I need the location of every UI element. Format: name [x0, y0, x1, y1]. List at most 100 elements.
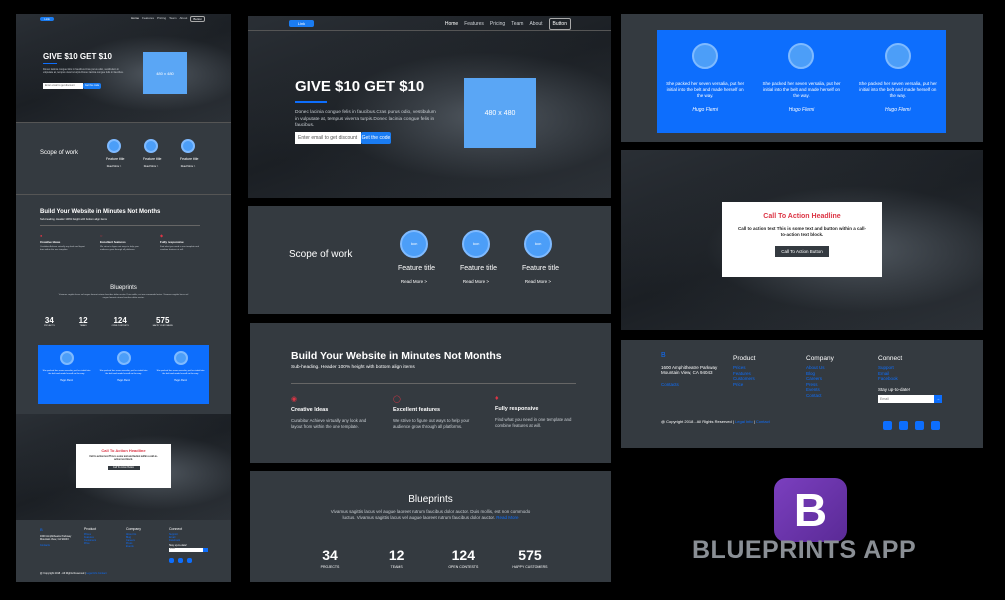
twitter-icon[interactable]: [169, 558, 174, 563]
footer-company-link[interactable]: Contact: [806, 393, 856, 399]
thumb-author: Hugo Flemi: [117, 379, 130, 382]
nav-about[interactable]: About: [529, 21, 542, 27]
thumb-footer-stay: Stay up-to-date!: [169, 544, 187, 547]
thumb-feature-icon-red: ○: [100, 233, 103, 238]
thumb-footer-connect-link[interactable]: Facebook: [169, 539, 213, 542]
thumb-stat-value: 12: [78, 316, 88, 325]
facebook-icon[interactable]: [899, 421, 908, 430]
thumb-footer-contact[interactable]: Contact: [98, 572, 107, 575]
footer-panel: B 1600 Amphitheatre Parkway Mountain Vie…: [621, 340, 983, 448]
thumb-footer-logo[interactable]: B: [40, 527, 82, 532]
build-panel: Build Your Website in Minutes Not Months…: [250, 323, 611, 463]
thumb-footer-email[interactable]: Email: [169, 548, 203, 552]
thumb-avatar: [173, 351, 188, 365]
feature-title: Feature title: [460, 265, 497, 272]
build-item-title: Fully responsive: [495, 406, 539, 412]
footer-connect-link[interactable]: Facebook: [878, 376, 958, 382]
thumb-build: Build Your Website in Minutes Not Months…: [16, 195, 231, 285]
avatar: [788, 43, 815, 69]
app-logo-icon: B: [774, 478, 847, 542]
hero-email-input[interactable]: Enter email to get discount: [295, 132, 361, 144]
feature-icon: Icon: [462, 230, 490, 258]
thumb-footer-product-link[interactable]: Price: [84, 542, 114, 545]
thumb-feature-icon: [181, 139, 195, 153]
thumb-blueprints-title: Blueprints: [110, 285, 137, 291]
scope-panel: Scope of work Icon Feature title Read Mo…: [248, 206, 611, 314]
footer-contact-link[interactable]: Contact: [756, 419, 770, 424]
testimonials-panel: She packed her seven versalia, put her i…: [621, 14, 983, 142]
twitter-icon[interactable]: [883, 421, 892, 430]
thumb-cta-text: Call to action text This is some text an…: [89, 456, 158, 461]
stat-value: 34: [322, 547, 338, 563]
footer-submit-button[interactable]: →: [934, 394, 942, 403]
footer-copyright: @ Copyright 2018 - All Rights Reserved |: [661, 419, 734, 424]
feature-title: Feature title: [398, 265, 435, 272]
hero-title: GIVE $10 GET $10: [295, 78, 425, 95]
thumb-footer-contacts[interactable]: Contacts: [40, 544, 82, 547]
build-title: Build Your Website in Minutes Not Months: [291, 350, 502, 362]
facebook-icon[interactable]: [178, 558, 183, 563]
feature-icon: Icon: [524, 230, 552, 258]
thumb-nav-home[interactable]: Home: [131, 16, 139, 22]
thumb-hero-button[interactable]: Get the code: [83, 83, 101, 89]
thumb-feature-link[interactable]: Read More >: [143, 165, 159, 168]
feature-read-more[interactable]: Read More >: [522, 279, 554, 284]
build-subtitle: Sub-heading. Header 100% height with bot…: [291, 365, 415, 370]
stat-value: 12: [388, 547, 405, 563]
lightbulb-icon: ◉: [291, 396, 298, 403]
stat-value: 124: [451, 547, 475, 563]
device-icon: ♦: [495, 395, 499, 402]
footer-legal-link[interactable]: Legal Info: [735, 419, 753, 424]
thumb-author: Hugo Flemi: [60, 379, 73, 382]
nav-brand[interactable]: Link: [289, 20, 314, 27]
thumb-nav-button[interactable]: Button: [190, 16, 205, 22]
footer-connect-title: Connect: [878, 355, 903, 362]
thumb-build-subtitle: Sub-heading. Header 100% height with bot…: [40, 218, 107, 221]
nav-team[interactable]: Team: [511, 21, 523, 27]
footer-email-input[interactable]: Email: [878, 394, 934, 403]
thumb-scope-title: Scope of work: [40, 150, 79, 156]
nav-button[interactable]: Button: [548, 18, 571, 30]
thumb-cta-button[interactable]: Call To Action Button: [107, 466, 140, 470]
thumb-footer-address2: Mountain View, CA 94043: [40, 538, 69, 541]
blueprints-read-more[interactable]: Read More: [496, 515, 518, 520]
testimonial-quote: She packed her seven versalia, put her i…: [762, 81, 841, 98]
thumb-hero-input[interactable]: Enter email to get discount: [43, 83, 83, 89]
thumb-footer-company-link[interactable]: Events: [126, 545, 156, 548]
thumb-feature-link[interactable]: Read More >: [106, 165, 122, 168]
github-icon[interactable]: [931, 421, 940, 430]
feature-read-more[interactable]: Read More >: [460, 279, 492, 284]
linkedin-icon[interactable]: [915, 421, 924, 430]
linkedin-icon[interactable]: [187, 558, 192, 563]
app-logo-letter: B: [793, 484, 828, 536]
thumb-footer-legal[interactable]: Legal Info: [86, 572, 97, 575]
nav-pricing[interactable]: Pricing: [490, 21, 505, 27]
cta-button[interactable]: Call To Action Button: [775, 246, 829, 257]
thumb-nav-about[interactable]: About: [179, 16, 187, 22]
feature-read-more[interactable]: Read More >: [398, 279, 430, 284]
thumb-feature-title: Feature title: [143, 157, 162, 161]
thumb-hero-text: Donec lacinia congue felis in faucibus.C…: [43, 68, 124, 75]
thumb-stat-value: 34: [44, 316, 54, 325]
hero-get-code-button[interactable]: Get the code: [361, 132, 391, 144]
nav-features[interactable]: Features: [464, 21, 484, 27]
thumb-nav-team[interactable]: Team: [169, 16, 176, 22]
build-item-title: Creative Ideas: [291, 407, 329, 413]
nav-home[interactable]: Home: [445, 21, 458, 27]
thumb-feature-link[interactable]: Read More >: [180, 165, 196, 168]
thumb-footer-connect-title: Connect: [169, 527, 183, 531]
thumb-footer-submit[interactable]: [203, 548, 208, 552]
thumb-stat-label: OPEN CONTESTS: [111, 325, 129, 327]
thumb-stat-label: PROJECTS: [44, 325, 55, 327]
footer-contacts-link[interactable]: Contacts: [661, 382, 727, 387]
thumb-nav-pricing[interactable]: Pricing: [157, 16, 166, 22]
footer-product-link[interactable]: Price: [733, 382, 783, 388]
thumb-blueprints-text: Vivamus sagittis lacus vel augue laoreet…: [58, 294, 189, 299]
thumb-hero-title: GIVE $10 GET $10: [43, 52, 112, 61]
scope-title: Scope of work: [289, 249, 353, 260]
thumb-brand[interactable]: Link: [40, 17, 54, 21]
thumb-nav-features[interactable]: Features: [142, 16, 154, 22]
avatar: [692, 43, 719, 69]
footer-logo[interactable]: B: [661, 352, 727, 359]
build-item-title: Excellent features: [393, 407, 441, 413]
